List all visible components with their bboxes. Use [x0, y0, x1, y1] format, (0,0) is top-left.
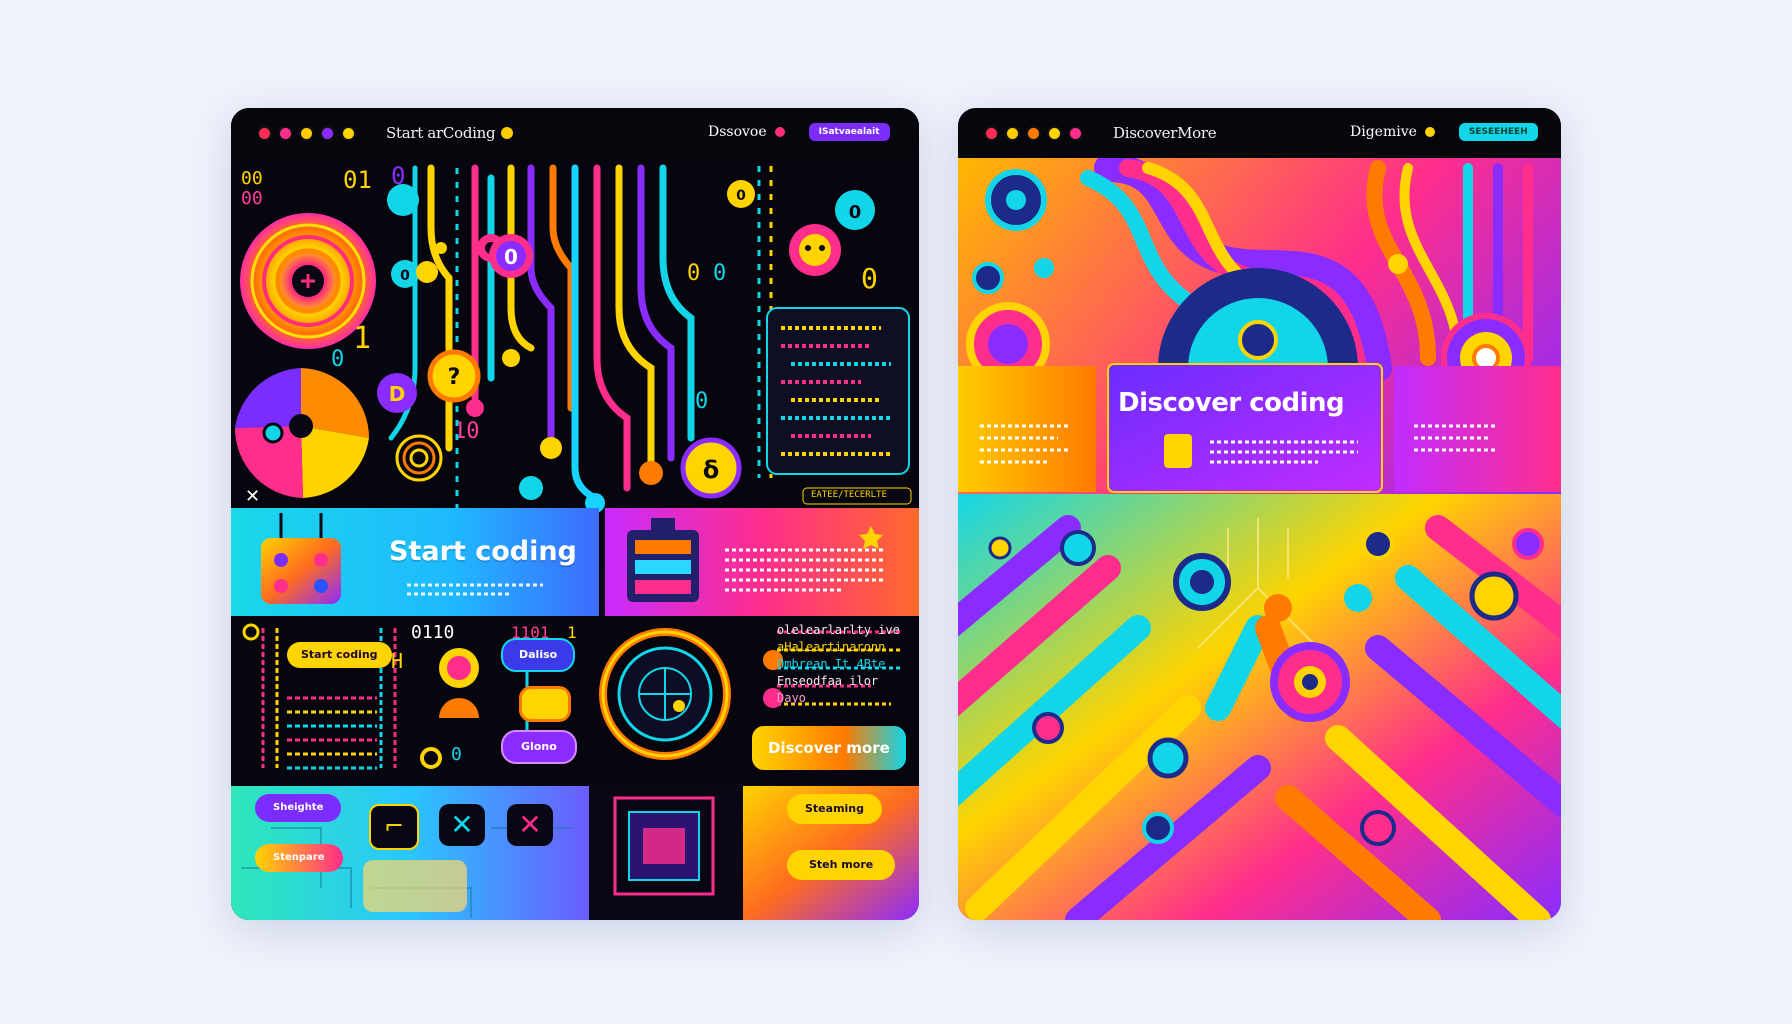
code-line: aHaleartinaronn: [777, 640, 886, 654]
code-line: Dayo: [777, 691, 806, 705]
nav-dot-icon: [1424, 127, 1435, 137]
nav-link[interactable]: Digemive: [1350, 124, 1417, 140]
window-controls: [257, 125, 356, 141]
svg-text:H: H: [391, 649, 403, 673]
cross-icon: ✕: [245, 486, 261, 507]
svg-text:0: 0: [451, 744, 462, 765]
window-dot-icon[interactable]: [341, 125, 356, 141]
window-dot-icon[interactable]: [1005, 125, 1020, 141]
window-dot-icon[interactable]: [1068, 125, 1083, 141]
radar-icon: [599, 628, 731, 760]
nav-link[interactable]: Dssovoe: [708, 124, 767, 140]
window-dot-icon[interactable]: [984, 125, 999, 141]
code-line: olelearlarlty ive: [777, 623, 900, 637]
svg-text:0110: 0110: [411, 622, 454, 643]
circuit-icon: [627, 518, 699, 602]
svg-text:1: 1: [353, 321, 371, 356]
top-bar: Start arCoding Dssovoe ISatvaealait: [231, 108, 919, 158]
chip-icon: [613, 796, 715, 896]
code-line: Enseodfaa ilor: [777, 674, 879, 688]
right-artwork: [958, 154, 1561, 920]
right-app-window: DiscoverMore Digemive SESEEHEEH Discover…: [958, 108, 1561, 920]
svg-text:0: 0: [400, 268, 410, 284]
terminal-tag: EATEE/TECERLTE: [811, 490, 887, 500]
svg-text:00: 00: [241, 188, 263, 209]
svg-text:01: 01: [343, 166, 372, 194]
window-dot-icon[interactable]: [1047, 125, 1062, 141]
window-dot-icon[interactable]: [278, 125, 293, 141]
svg-text:?: ?: [448, 365, 461, 390]
code-line: Ombrean It 4Bte: [777, 657, 886, 671]
code-text-block: olelearlarlty ive aHaleartinaronn Ombrean …: [777, 622, 900, 707]
window-dot-icon[interactable]: [1026, 125, 1041, 141]
window-dot-icon[interactable]: [320, 125, 335, 141]
nav-dot-icon: [774, 127, 785, 137]
stenpare-button[interactable]: Stenpare: [255, 844, 343, 872]
toggle-icon[interactable]: [519, 686, 571, 722]
close-icon[interactable]: ✕: [507, 804, 553, 846]
discover-more-button[interactable]: Discover more: [752, 726, 906, 770]
top-bar: DiscoverMore Digemive SESEEHEEH: [958, 108, 1561, 158]
window-controls: [984, 125, 1083, 141]
svg-text:1: 1: [567, 623, 577, 642]
window-dot-icon[interactable]: [257, 125, 272, 141]
glono-button[interactable]: Glono: [501, 730, 577, 764]
daliso-button[interactable]: Daliso: [501, 638, 576, 672]
svg-text:0: 0: [331, 347, 344, 372]
svg-text:0: 0: [695, 389, 708, 414]
window-dot-icon[interactable]: [299, 125, 314, 141]
svg-text:0: 0: [861, 262, 878, 295]
nav-pill-button[interactable]: SESEEHEEH: [1458, 123, 1538, 141]
card-heading: Discover coding: [1118, 388, 1345, 418]
puzzle-icon[interactable]: ⌐: [369, 804, 419, 850]
svg-text:0: 0: [687, 261, 700, 286]
svg-text:0: 0: [504, 245, 518, 269]
svg-text:0: 0: [713, 261, 726, 286]
nav-pill-button[interactable]: ISatvaealait: [808, 123, 890, 141]
steaming-button[interactable]: Steaming: [787, 794, 883, 824]
svg-text:δ: δ: [703, 456, 720, 484]
smiley-icon: [501, 127, 514, 139]
svg-text:00: 00: [241, 168, 263, 189]
left-app-window: 00 00 01 0 1 0 10 0 0 0 0 0 ? D 0 δ 0 0 …: [231, 108, 919, 920]
steh-more-button[interactable]: Steh more: [787, 850, 896, 880]
top-nav: Digemive SESEEHEEH: [1350, 123, 1538, 141]
svg-text:D: D: [389, 382, 406, 406]
brand-label: Start arCoding: [386, 124, 496, 142]
sheighte-button[interactable]: Sheighte: [255, 794, 342, 822]
start-coding-button[interactable]: Start coding: [287, 642, 392, 668]
top-nav: Dssovoe ISatvaealait: [708, 123, 890, 141]
close-icon[interactable]: ✕: [439, 804, 485, 846]
brand-title[interactable]: Start arCoding: [386, 124, 514, 142]
brand-title[interactable]: DiscoverMore: [1113, 124, 1217, 142]
puzzle-icon: [1164, 434, 1192, 468]
terminal-box: [766, 307, 912, 505]
svg-text:0: 0: [736, 188, 746, 204]
svg-text:0: 0: [849, 202, 862, 223]
hero-heading: Start coding: [389, 536, 577, 567]
